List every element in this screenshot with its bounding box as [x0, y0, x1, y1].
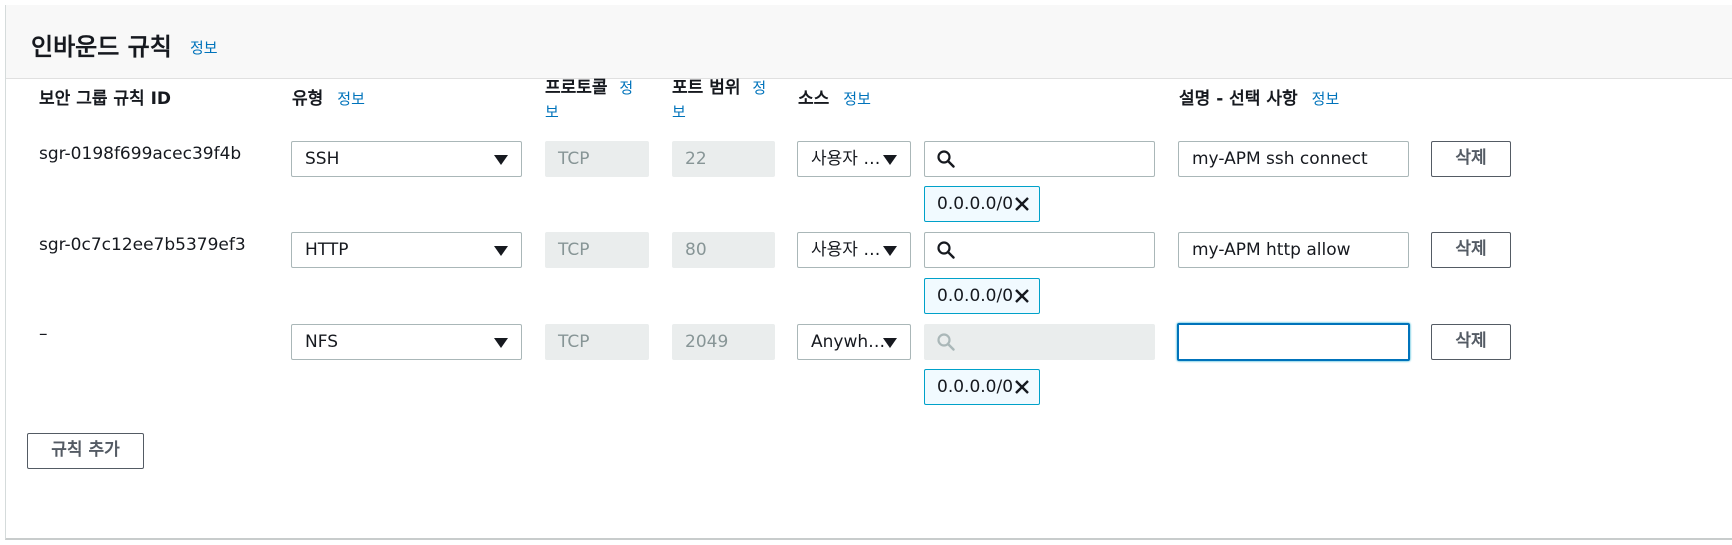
close-icon[interactable] [1014, 196, 1030, 212]
search-icon [937, 333, 955, 351]
delete-rule-button[interactable]: 삭제 [1431, 324, 1511, 360]
source-search-input[interactable] [924, 141, 1155, 177]
search-icon [937, 150, 955, 168]
source-info-link[interactable]: 정보 [843, 90, 871, 108]
desc-info-link[interactable]: 정보 [1312, 90, 1340, 108]
caret-down-icon [883, 338, 897, 348]
protocol-field: TCP [545, 232, 649, 268]
add-rule-button[interactable]: 규칙 추가 [27, 433, 144, 469]
description-input[interactable]: my-APM http allow [1178, 232, 1409, 268]
source-select[interactable]: 사용자 … [797, 141, 911, 177]
description-input[interactable] [1177, 323, 1410, 361]
rule-id: – [39, 324, 48, 344]
protocol-info-link-a[interactable]: 정 [619, 79, 633, 97]
description-input[interactable]: my-APM ssh connect [1178, 141, 1409, 177]
source-select[interactable]: Anywh… [797, 324, 911, 360]
port-range-field: 2049 [672, 324, 775, 360]
source-select[interactable]: 사용자 … [797, 232, 911, 268]
col-header-port: 포트 범위 정보 [672, 78, 767, 121]
caret-down-icon [883, 155, 897, 165]
delete-rule-button[interactable]: 삭제 [1431, 232, 1511, 268]
panel-header: 인바운드 규칙 정보 [6, 5, 1732, 79]
protocol-info-link-b[interactable]: 보 [545, 103, 559, 121]
type-select[interactable]: NFS [291, 324, 522, 360]
caret-down-icon [883, 246, 897, 256]
source-cidr-token: 0.0.0.0/0 [924, 278, 1040, 314]
search-icon [937, 241, 955, 259]
page-title: 인바운드 규칙 [31, 33, 172, 61]
close-icon[interactable] [1014, 379, 1030, 395]
port-range-field: 80 [672, 232, 775, 268]
caret-down-icon [494, 246, 508, 256]
col-header-type: 유형 정보 [292, 89, 365, 109]
rule-id: sgr-0198f699acec39f4b [39, 144, 242, 164]
caret-down-icon [494, 155, 508, 165]
port-range-field: 22 [672, 141, 775, 177]
close-icon[interactable] [1014, 288, 1030, 304]
col-header-source: 소스 정보 [798, 89, 871, 109]
type-select[interactable]: SSH [291, 141, 522, 177]
type-info-link[interactable]: 정보 [337, 90, 365, 108]
rule-id: sgr-0c7c12ee7b5379ef3 [39, 235, 246, 255]
source-cidr-token: 0.0.0.0/0 [924, 186, 1040, 222]
title-info-link[interactable]: 정보 [190, 37, 218, 58]
protocol-field: TCP [545, 324, 649, 360]
source-search-input [924, 324, 1155, 360]
col-header-description: 설명 - 선택 사항 정보 [1179, 89, 1340, 109]
col-header-sgid: 보안 그룹 규칙 ID [39, 89, 172, 109]
source-search-input[interactable] [924, 232, 1155, 268]
port-info-link-b[interactable]: 보 [672, 103, 686, 121]
source-cidr-token: 0.0.0.0/0 [924, 369, 1040, 405]
caret-down-icon [494, 338, 508, 348]
port-info-link-a[interactable]: 정 [752, 79, 766, 97]
col-header-protocol: 프로토콜 정보 [545, 78, 634, 121]
protocol-field: TCP [545, 141, 649, 177]
type-select[interactable]: HTTP [291, 232, 522, 268]
delete-rule-button[interactable]: 삭제 [1431, 141, 1511, 177]
